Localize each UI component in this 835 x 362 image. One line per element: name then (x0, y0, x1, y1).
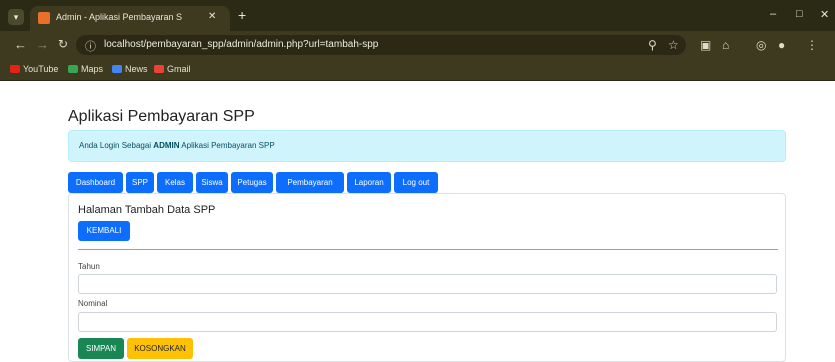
nav-spp-button[interactable]: SPP (126, 172, 154, 193)
profile-avatar-icon[interactable]: ● (778, 38, 785, 52)
address-bar[interactable]: ⓘ localhost/pembayaran_spp/admin/admin.p… (76, 35, 686, 55)
extension-icon[interactable]: ▣ (700, 38, 711, 52)
maps-icon (68, 65, 78, 73)
maximize-icon[interactable]: □ (796, 8, 803, 20)
nav-kelas-button[interactable]: Kelas (157, 172, 193, 193)
save-button[interactable]: SIMPAN (78, 338, 124, 359)
nav-dashboard-button[interactable]: Dashboard (68, 172, 123, 193)
youtube-icon (10, 65, 20, 73)
tab-close-icon[interactable]: ✕ (208, 11, 216, 22)
form-card: Halaman Tambah Data SPP KEMBALI Tahun No… (68, 193, 786, 362)
menu-icon[interactable]: ⋮ (806, 38, 818, 52)
nav-petugas-button[interactable]: Petugas (231, 172, 273, 193)
alert-role: ADMIN (153, 141, 180, 150)
tab-search-icon[interactable]: ▾ (8, 9, 24, 25)
tab-title: Admin - Aplikasi Pembayaran S (56, 12, 183, 22)
new-tab-icon[interactable]: + (238, 7, 246, 23)
nav-laporan-button[interactable]: Laporan (347, 172, 391, 193)
login-alert: Anda Login Sebagai ADMIN Aplikasi Pembay… (68, 130, 786, 162)
card-title: Halaman Tambah Data SPP (78, 204, 216, 216)
nav-logout-button[interactable]: Log out (394, 172, 438, 193)
url-text: localhost/pembayaran_spp/admin/admin.php… (104, 39, 379, 50)
reload-icon[interactable]: ↻ (58, 37, 68, 51)
site-info-icon[interactable]: ⓘ (85, 38, 96, 54)
back-icon[interactable]: ← (14, 37, 27, 52)
nav-pembayaran-button[interactable]: Pembayaran (276, 172, 344, 193)
zoom-icon[interactable]: ⚲ (648, 38, 657, 52)
alert-prefix: Anda Login Sebagai (79, 141, 152, 150)
tahun-label: Tahun (78, 262, 100, 271)
screenshot-icon[interactable]: ◎ (756, 38, 766, 52)
browser-toolbar: ← → ↻ ⓘ localhost/pembayaran_spp/admin/a… (0, 31, 835, 59)
bookmark-gmail[interactable]: Gmail (154, 64, 191, 74)
browser-tab-strip: ▾ Admin - Aplikasi Pembayaran S ✕ + – □ … (0, 0, 835, 31)
page-title: Aplikasi Pembayaran SPP (68, 108, 255, 125)
nav-siswa-button[interactable]: Siswa (196, 172, 228, 193)
divider (78, 249, 778, 250)
forward-icon[interactable]: → (36, 37, 49, 52)
minimize-icon[interactable]: – (770, 8, 776, 20)
back-button[interactable]: KEMBALI (78, 221, 130, 241)
bookmark-youtube[interactable]: YouTube (10, 64, 58, 74)
nominal-label: Nominal (78, 299, 108, 308)
extensions-puzzle-icon[interactable]: ⌂ (722, 38, 729, 52)
tahun-input[interactable] (78, 274, 777, 294)
news-icon (112, 65, 122, 73)
reset-button[interactable]: KOSONGKAN (127, 338, 193, 359)
alert-suffix: Aplikasi Pembayaran SPP (181, 141, 275, 150)
bookmarks-bar: YouTube Maps News Gmail (0, 59, 835, 81)
bookmark-star-icon[interactable]: ☆ (668, 38, 679, 52)
close-window-icon[interactable]: ✕ (820, 8, 829, 21)
bookmark-maps[interactable]: Maps (68, 64, 103, 74)
favicon-icon (38, 12, 50, 24)
nominal-input[interactable] (78, 312, 777, 332)
browser-tab[interactable]: Admin - Aplikasi Pembayaran S ✕ (30, 6, 230, 31)
bookmark-news[interactable]: News (112, 64, 148, 74)
gmail-icon (154, 65, 164, 73)
